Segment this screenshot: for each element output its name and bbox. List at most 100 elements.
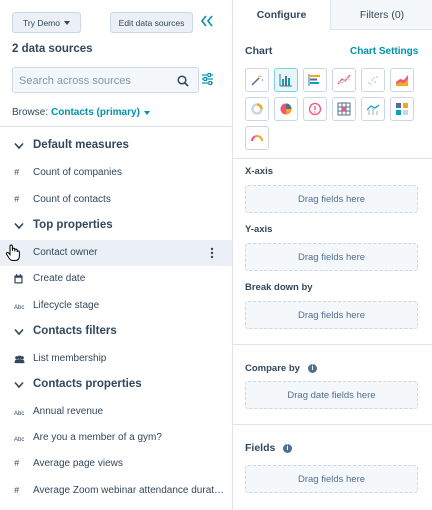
filter-settings-icon[interactable]	[202, 73, 213, 85]
chevron-down-icon	[14, 328, 24, 336]
chart-section-title: Chart	[245, 45, 273, 57]
list-item-label: List membership	[33, 353, 107, 364]
chevron-down-icon	[14, 381, 24, 389]
list-item-contact-owner[interactable]: Contact owner	[0, 240, 232, 266]
vertical-bar-chart-icon	[279, 74, 292, 87]
break-down-drop-zone[interactable]: Drag fields here	[245, 301, 418, 329]
scatter-chart-icon	[368, 76, 378, 85]
chart-type-donut[interactable]	[245, 97, 269, 121]
number-type-icon: #	[14, 195, 20, 205]
gauge-chart-icon	[251, 135, 263, 142]
data-sources-title: 2 data sources	[12, 43, 93, 55]
divider	[233, 158, 432, 159]
configuration-panel: Configure Filters (0) Chart Chart Settin…	[232, 0, 432, 510]
fields-drop-zone[interactable]: Drag fields here	[245, 465, 418, 493]
browse-value: Contacts (primary)	[51, 107, 140, 118]
x-axis-label: X-axis	[245, 166, 273, 177]
info-icon[interactable]: i	[308, 364, 317, 373]
info-icon[interactable]: i	[283, 444, 292, 453]
section-label: Top properties	[33, 219, 113, 231]
list-item-count-of-companies[interactable]: # Count of companies	[0, 160, 232, 186]
try-demo-button[interactable]: Try Demo	[12, 12, 81, 33]
users-icon	[14, 355, 25, 364]
chart-type-magic-wand[interactable]	[245, 68, 269, 92]
search-input[interactable]	[19, 72, 169, 89]
fields-section-title: Fields	[245, 442, 276, 454]
edit-data-sources-button[interactable]: Edit data sources	[110, 12, 193, 33]
break-down-by-label: Break down by	[245, 282, 313, 293]
data-sources-panel: Try Demo Edit data sources 2 data source…	[0, 0, 232, 510]
chart-type-scatter[interactable]	[361, 68, 385, 92]
text-type-icon: Abc	[14, 437, 25, 443]
compare-by-label: Compare by	[245, 363, 300, 374]
tab-filters[interactable]: Filters (0)	[330, 0, 432, 30]
section-contacts-properties[interactable]: Contacts properties	[0, 372, 232, 398]
list-item-label: Average page views	[33, 458, 123, 469]
tab-configure[interactable]: Configure	[233, 0, 330, 30]
browse-label: Browse:	[12, 107, 49, 118]
number-type-icon: #	[14, 168, 20, 178]
list-item-label: Contact owner	[33, 247, 98, 258]
chart-type-kpi[interactable]	[303, 97, 327, 121]
line-chart-icon	[337, 74, 351, 85]
divider	[0, 126, 232, 127]
donut-chart-icon	[251, 103, 263, 115]
pivot-table-icon	[337, 102, 351, 116]
text-type-icon: Abc	[14, 411, 25, 417]
chevron-down-icon	[64, 20, 70, 25]
divider	[233, 344, 432, 345]
try-demo-label: Try Demo	[23, 17, 60, 28]
section-default-measures[interactable]: Default measures	[0, 133, 232, 159]
browse-dropdown[interactable]: Contacts (primary)	[51, 107, 150, 118]
section-contacts-filters[interactable]: Contacts filters	[0, 319, 232, 345]
chevron-down-icon	[143, 110, 150, 115]
table-chart-icon	[396, 103, 408, 115]
list-item-list-membership[interactable]: List membership	[0, 346, 232, 372]
chevron-down-icon	[14, 222, 24, 230]
horizontal-bar-chart-icon	[308, 74, 320, 86]
list-item-label: Count of companies	[33, 167, 122, 178]
x-axis-drop-zone[interactable]: Drag fields here	[245, 185, 418, 213]
list-item-average-page-views[interactable]: # Average page views	[0, 451, 232, 477]
list-item-label: Annual revenue	[33, 406, 104, 417]
section-label: Contacts filters	[33, 325, 117, 337]
collapse-panel-icon[interactable]	[200, 13, 214, 29]
list-item-average-zoom-webinar[interactable]: # Average Zoom webinar attendance durat…	[0, 478, 232, 504]
search-icon[interactable]	[177, 75, 189, 87]
list-item-annual-revenue[interactable]: Abc Annual revenue	[0, 399, 232, 425]
list-item-label: Create date	[33, 273, 86, 284]
calendar-icon	[14, 274, 23, 284]
list-item-label: Average Zoom webinar attendance durat…	[33, 485, 225, 496]
pie-chart-icon	[280, 103, 292, 115]
y-axis-drop-zone[interactable]: Drag fields here	[245, 243, 418, 271]
list-item-label: Count of contacts	[33, 194, 111, 205]
list-item-gym-member[interactable]: Abc Are you a member of a gym?	[0, 425, 232, 451]
chart-type-gauge[interactable]	[245, 126, 269, 150]
list-item-create-date[interactable]: Create date	[0, 266, 232, 292]
combo-chart-icon	[366, 104, 380, 115]
list-item-count-of-contacts[interactable]: # Count of contacts	[0, 187, 232, 213]
chart-settings-link[interactable]: Chart Settings	[350, 46, 418, 57]
more-options-icon[interactable]	[209, 246, 215, 260]
chart-type-pie[interactable]	[274, 97, 298, 121]
chart-type-pivot-table[interactable]	[332, 97, 356, 121]
number-type-icon: #	[14, 486, 20, 496]
chevron-down-icon	[14, 142, 24, 150]
section-top-properties[interactable]: Top properties	[0, 213, 232, 239]
y-axis-label: Y-axis	[245, 224, 273, 235]
text-type-icon: Abc	[14, 305, 25, 311]
chart-type-combo[interactable]	[361, 97, 385, 121]
chart-type-horizontal-bar[interactable]	[303, 68, 327, 92]
kpi-chart-icon	[308, 102, 322, 116]
area-chart-icon	[396, 75, 408, 86]
section-label: Contacts properties	[33, 378, 142, 390]
chart-type-line[interactable]	[332, 68, 356, 92]
list-item-label: Lifecycle stage	[33, 300, 100, 311]
section-label: Default measures	[33, 139, 129, 151]
chart-type-vertical-bar[interactable]	[274, 68, 298, 92]
list-item-lifecycle-stage[interactable]: Abc Lifecycle stage	[0, 293, 232, 319]
chart-type-area[interactable]	[390, 68, 414, 92]
compare-drop-zone[interactable]: Drag date fields here	[245, 381, 418, 409]
chart-type-table[interactable]	[390, 97, 414, 121]
search-box	[12, 67, 199, 93]
